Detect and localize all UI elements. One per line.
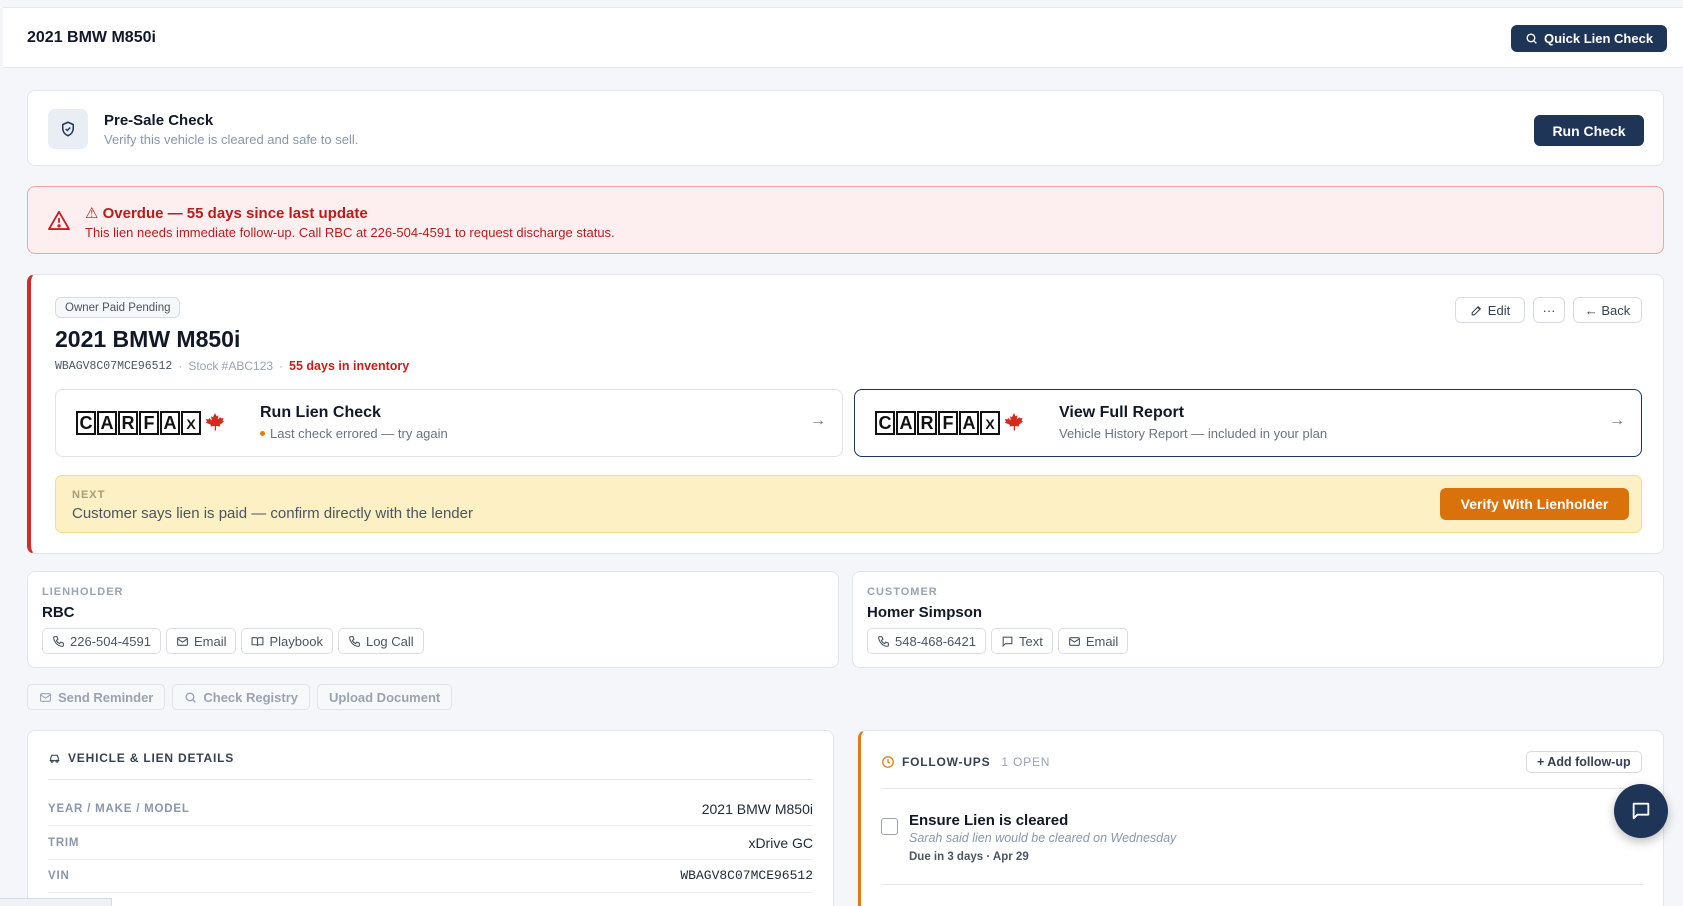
status-badge: Owner Paid Pending	[55, 297, 181, 318]
lienholder-section-label: LIENHOLDER	[42, 586, 124, 598]
upload-document-button[interactable]: Upload Document	[317, 684, 453, 710]
customer-email-button[interactable]: Email	[1057, 628, 1129, 654]
add-followup-button[interactable]: + Add follow-up	[1526, 751, 1642, 773]
next-step-banner: NEXT Customer says lien is paid — confir…	[55, 475, 1642, 533]
lienholder-name: RBC	[42, 604, 75, 621]
lien-check-status: Last check errored — try again	[260, 426, 448, 441]
followup-title: Ensure Lien is cleared	[909, 812, 1069, 829]
overdue-alert: ⚠ Overdue — 55 days since last update Th…	[27, 186, 1664, 254]
shield-check-icon	[48, 109, 88, 149]
followups-card: FOLLOW-UPS 1 OPEN + Add follow-up Ensure…	[858, 730, 1664, 906]
followup-item: Ensure Lien is cleared Sarah said lien w…	[881, 789, 1643, 885]
alert-message: This lien needs immediate follow-up. Cal…	[85, 225, 615, 240]
status-bar-url	[0, 898, 112, 906]
vehicle-card: Owner Paid Pending 2021 BMW M850i WBAGV8…	[27, 274, 1664, 554]
edit-icon	[1471, 305, 1481, 315]
customer-phone-button[interactable]: 548-468-6421	[867, 628, 986, 654]
arrow-right-icon: →	[1609, 412, 1625, 429]
phone-icon	[53, 635, 64, 647]
customer-text-button[interactable]: Text	[990, 628, 1053, 654]
view-full-report-card[interactable]: C A R F A X View Full Report Vehicle His…	[854, 389, 1642, 457]
more-options-button[interactable]: ···	[1533, 297, 1565, 323]
warning-icon	[48, 210, 70, 230]
maple-leaf-icon	[1004, 413, 1023, 431]
followups-title: FOLLOW-UPS	[902, 755, 991, 769]
status-dot	[260, 431, 265, 436]
carfax-logo: C A R F A X	[875, 411, 1027, 435]
detail-row: YEAR / MAKE / MODEL 2021 BMW M850i	[48, 792, 813, 826]
arrow-right-icon: →	[810, 412, 826, 429]
mail-icon	[1068, 636, 1080, 646]
alert-title: ⚠ Overdue — 55 days since last update	[85, 205, 368, 222]
presale-subtitle: Verify this vehicle is cleared and safe …	[104, 132, 359, 147]
vehicle-title: 2021 BMW M850i	[55, 326, 241, 352]
quick-actions: Send Reminder Check Registry Upload Docu…	[27, 684, 453, 710]
next-label: NEXT	[72, 489, 106, 501]
customer-name: Homer Simpson	[867, 604, 983, 621]
book-icon	[252, 636, 264, 646]
car-icon	[49, 754, 60, 763]
customer-section-label: CUSTOMER	[867, 586, 938, 598]
back-button[interactable]: ← Back	[1573, 297, 1642, 323]
mail-icon	[177, 636, 188, 646]
followup-note: Sarah said lien would be cleared on Wedn…	[909, 831, 1177, 845]
details-header: VEHICLE & LIEN DETAILS	[48, 751, 234, 765]
edit-button[interactable]: Edit	[1455, 297, 1525, 323]
phone-icon	[349, 635, 360, 647]
lienholder-card: LIENHOLDER RBC 226-504-4591 Email Playbo…	[27, 571, 839, 668]
vehicle-stock: Stock #ABC123	[188, 359, 274, 373]
search-icon	[185, 691, 197, 703]
quick-lien-check-button[interactable]: Quick Lien Check	[1511, 25, 1667, 52]
playbook-button[interactable]: Playbook	[241, 628, 333, 654]
followups-header: FOLLOW-UPS 1 OPEN	[881, 755, 1050, 769]
search-icon	[1526, 33, 1537, 44]
meta-separator: ·	[279, 359, 284, 373]
maple-leaf-icon	[205, 413, 224, 431]
chat-icon	[1632, 802, 1650, 820]
quick-lien-check-label: Quick Lien Check	[1543, 31, 1654, 46]
run-check-button[interactable]: Run Check	[1534, 115, 1644, 146]
followup-checkbox[interactable]	[881, 818, 898, 835]
edit-label: Edit	[1487, 302, 1511, 318]
message-icon	[1002, 636, 1013, 647]
chat-button[interactable]	[1614, 784, 1668, 838]
lienholder-phone-button[interactable]: 226-504-4591	[42, 628, 161, 654]
check-registry-button[interactable]: Check Registry	[172, 684, 311, 710]
carfax-logo: C A R F A X	[76, 411, 228, 435]
phone-icon	[878, 635, 889, 647]
followups-count: 1 OPEN	[1001, 755, 1051, 769]
top-bar: 2021 BMW M850i Quick Lien Check	[3, 7, 1683, 68]
detail-row: VIN WBAGV8C07MCE96512	[48, 859, 813, 893]
view-full-report-title: View Full Report	[1059, 404, 1185, 421]
vehicle-lien-details-card: VEHICLE & LIEN DETAILS YEAR / MAKE / MOD…	[27, 730, 834, 906]
presale-title: Pre-Sale Check	[104, 112, 214, 129]
run-lien-check-title: Run Lien Check	[260, 404, 381, 421]
lienholder-email-button[interactable]: Email	[165, 628, 237, 654]
vehicle-vin: WBAGV8C07MCE96512	[55, 359, 173, 373]
run-lien-check-card[interactable]: C A R F A X Run Lien Check Last check er…	[55, 389, 843, 457]
customer-card: CUSTOMER Homer Simpson 548-468-6421 Text…	[852, 571, 1664, 668]
followup-due: Due in 3 days · Apr 29	[909, 851, 1029, 863]
log-call-button[interactable]: Log Call	[337, 628, 424, 654]
meta-separator: ·	[178, 359, 183, 373]
presale-check-card: Pre-Sale Check Verify this vehicle is cl…	[27, 90, 1664, 166]
next-step-text: Customer says lien is paid — confirm dir…	[72, 505, 473, 522]
days-in-inventory: 55 days in inventory	[289, 359, 410, 373]
clock-icon	[882, 756, 894, 768]
mail-icon	[40, 692, 51, 702]
send-reminder-button[interactable]: Send Reminder	[27, 684, 166, 710]
full-report-subtitle: Vehicle History Report — included in you…	[1059, 426, 1328, 441]
verify-with-lienholder-button[interactable]: Verify With Lienholder	[1440, 488, 1629, 520]
detail-row: TRIM xDrive GC	[48, 826, 813, 860]
vehicle-meta: WBAGV8C07MCE96512 · Stock #ABC123 · 55 d…	[55, 359, 409, 373]
page-title: 2021 BMW M850i	[27, 29, 156, 46]
